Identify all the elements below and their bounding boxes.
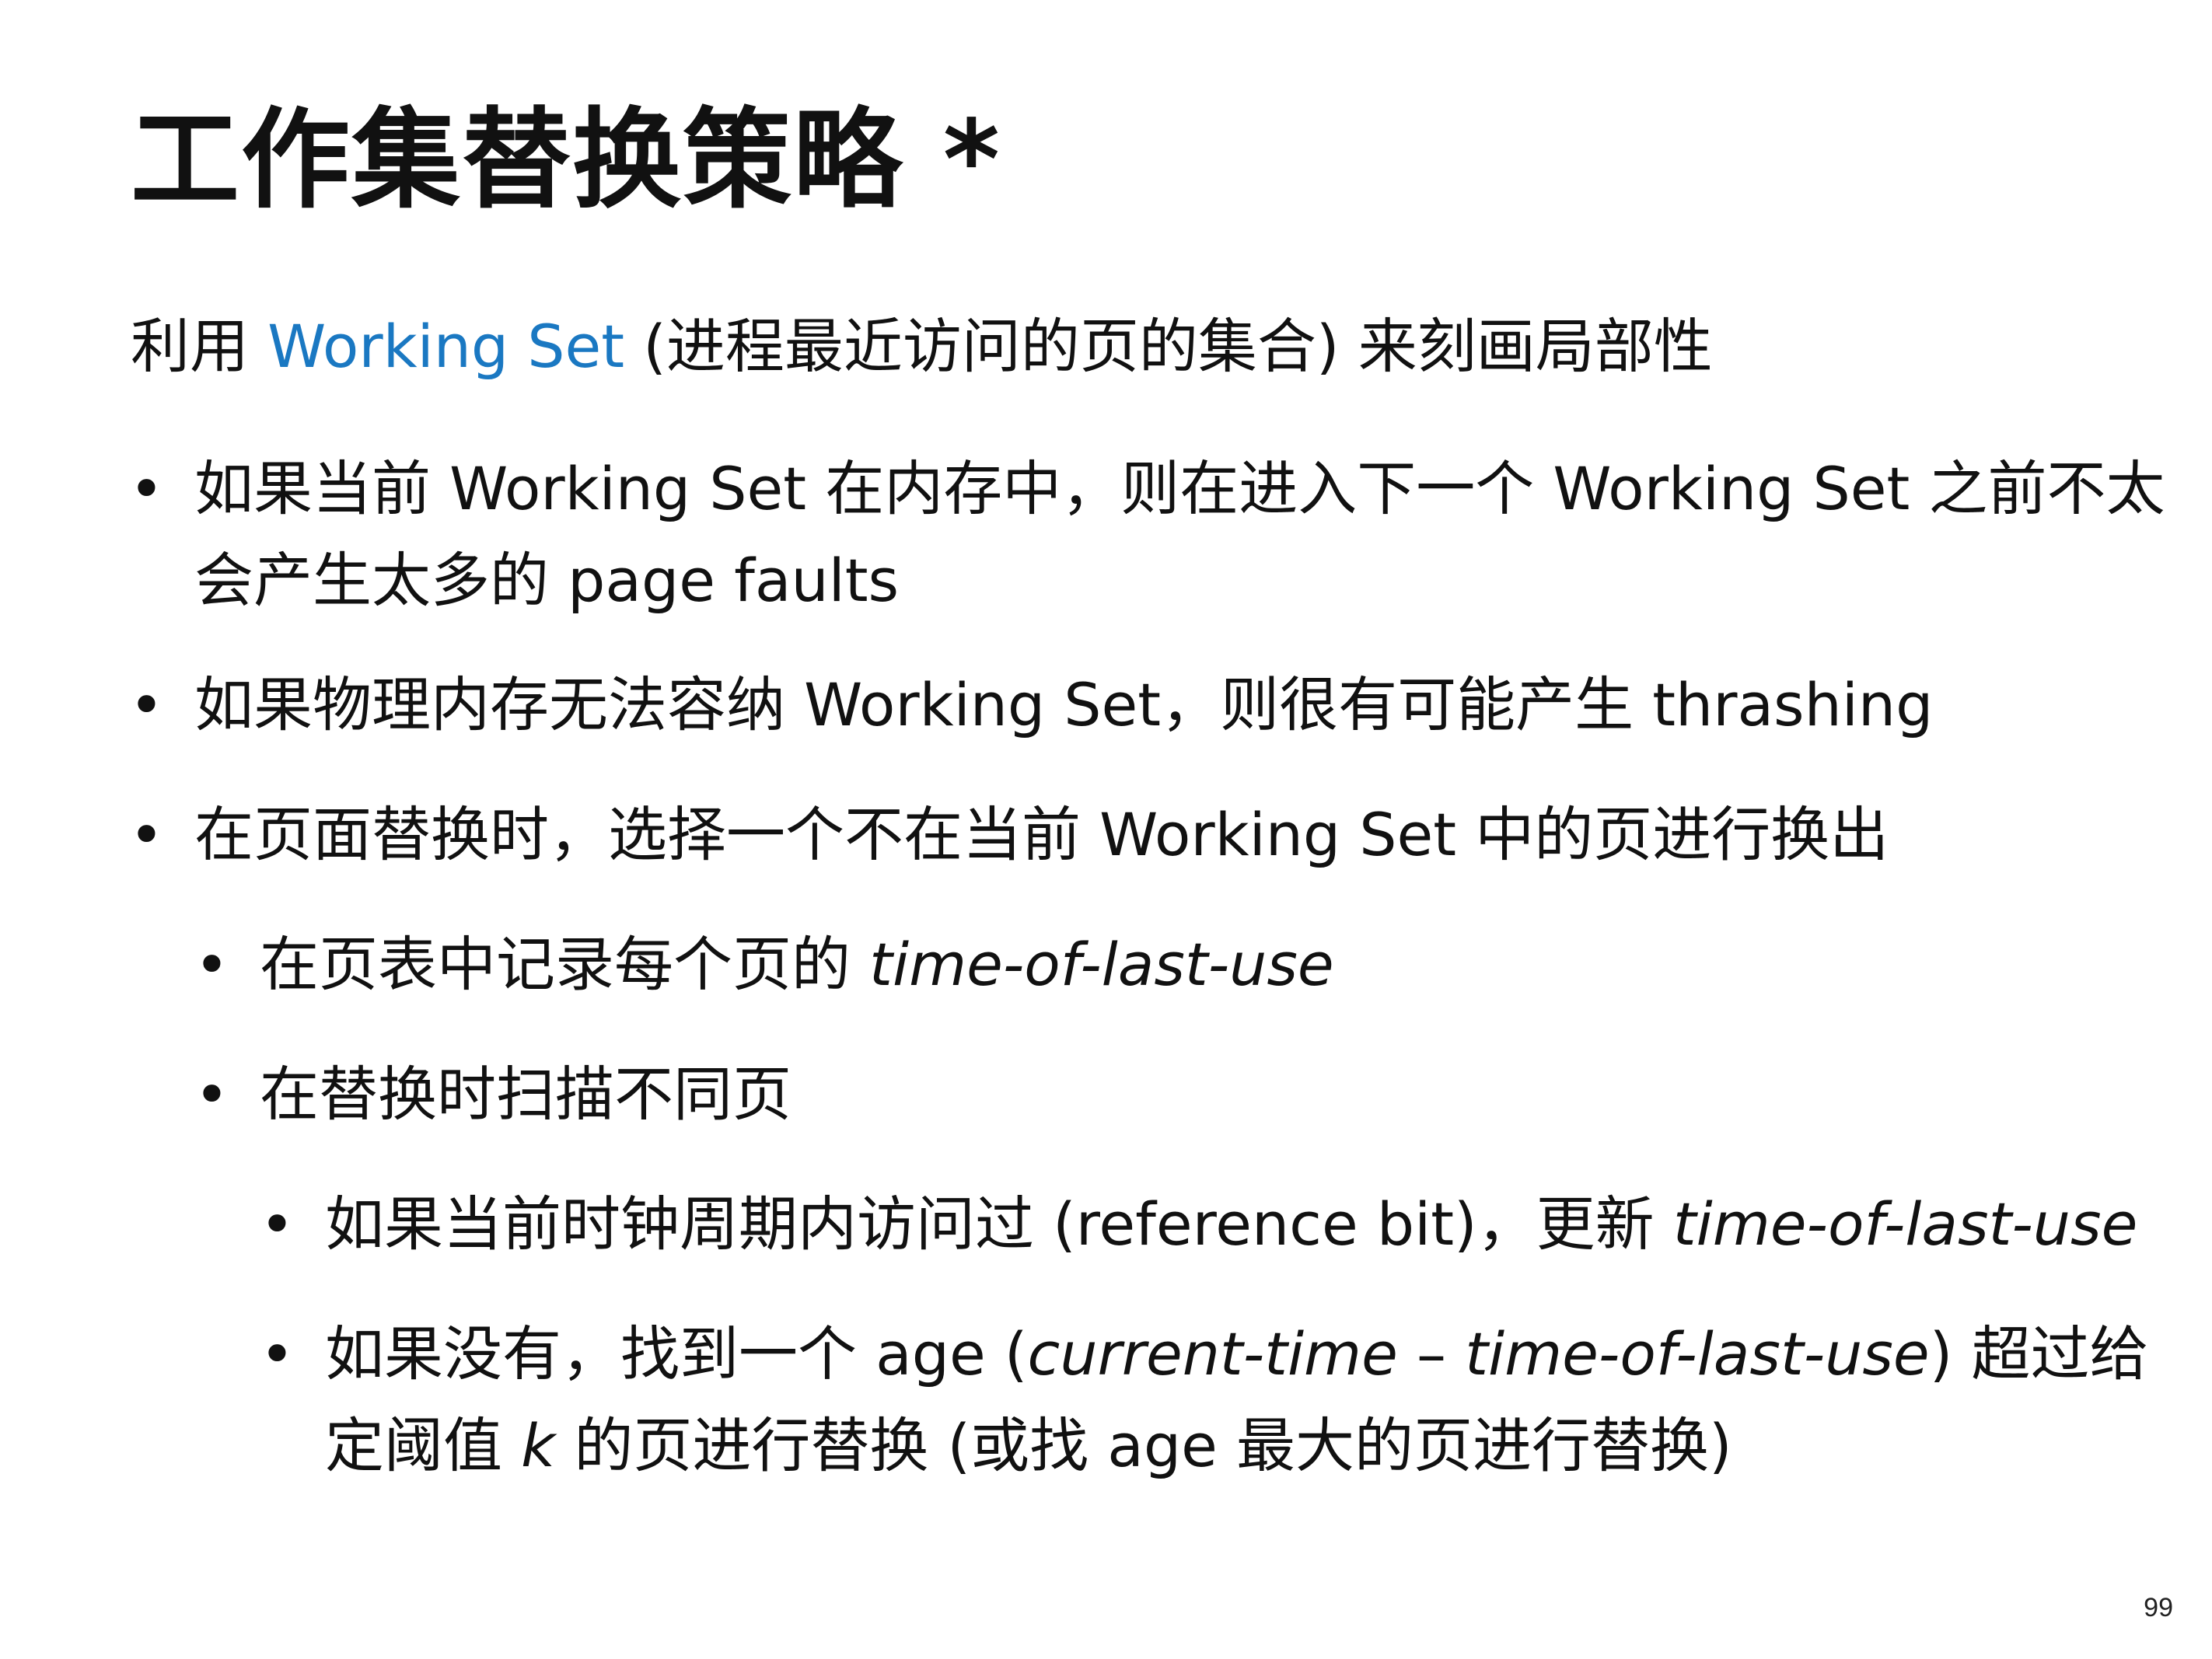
time-of-last-use-term: time-of-last-use	[1465, 1319, 1930, 1388]
bullet-text: 如果当前时钟周期内访问过 (reference bit)，更新	[325, 1189, 1673, 1259]
intro-line: 利用 Working Set (进程最近访问的页的集合) 来刻画局部性	[131, 311, 1713, 382]
bullet-icon: •	[129, 454, 164, 523]
intro-text-before: 利用	[131, 312, 268, 381]
sub-sub-bullet-item-2: • 如果没有，找到一个 age (current-time – time-of-…	[260, 1308, 2175, 1492]
bullet-icon: •	[260, 1189, 295, 1259]
bullet-text-part-1: 如果没有，找到一个 age (	[325, 1319, 1028, 1388]
bullet-icon: •	[194, 930, 229, 999]
sub-bullet-item-1: • 在页表中记录每个页的 time-of-last-use	[194, 919, 2172, 1011]
bullet-text: 如果当前 Working Set 在内存中，则在进入下一个 Working Se…	[194, 454, 2165, 615]
bullet-icon: •	[129, 800, 164, 869]
bullet-item-1: • 如果当前 Working Set 在内存中，则在进入下一个 Working …	[129, 443, 2169, 627]
working-set-highlight: Working Set	[267, 312, 625, 381]
current-time-term: current-time	[1027, 1319, 1398, 1388]
slide: 工作集替换策略 * 利用 Working Set (进程最近访问的页的集合) 来…	[0, 0, 2212, 1659]
bullet-item-3: • 在页面替换时，选择一个不在当前 Working Set 中的页进行换出	[129, 789, 2169, 881]
bullet-item-2: • 如果物理内存无法容纳 Working Set，则很有可能产生 thrashi…	[129, 659, 2169, 751]
bullet-icon: •	[260, 1319, 295, 1388]
bullet-text: 在页表中记录每个页的	[260, 930, 870, 999]
bullet-text-part-4: 的页进行替换 (或找 age 最大的页进行替换)	[555, 1411, 1732, 1480]
threshold-k-term: k	[521, 1411, 556, 1480]
bullet-icon: •	[129, 670, 164, 739]
bullet-text: 在页面替换时，选择一个不在当前 Working Set 中的页进行换出	[194, 800, 1889, 869]
page-number: 99	[2144, 1593, 2173, 1622]
bullet-text-part-2: –	[1397, 1319, 1466, 1388]
time-of-last-use-term: time-of-last-use	[869, 930, 1334, 999]
bullet-text: 在替换时扫描不同页	[260, 1060, 791, 1129]
slide-title: 工作集替换策略 *	[131, 97, 1001, 224]
time-of-last-use-term: time-of-last-use	[1672, 1189, 2138, 1259]
sub-bullet-item-2: • 在替换时扫描不同页	[194, 1049, 2172, 1140]
bullet-text: 如果物理内存无法容纳 Working Set，则很有可能产生 thrashing	[194, 670, 1934, 739]
intro-text-after: (进程最近访问的页的集合) 来刻画局部性	[624, 312, 1713, 381]
bullet-icon: •	[194, 1060, 229, 1129]
sub-sub-bullet-item-1: • 如果当前时钟周期内访问过 (reference bit)，更新 time-o…	[260, 1179, 2175, 1270]
